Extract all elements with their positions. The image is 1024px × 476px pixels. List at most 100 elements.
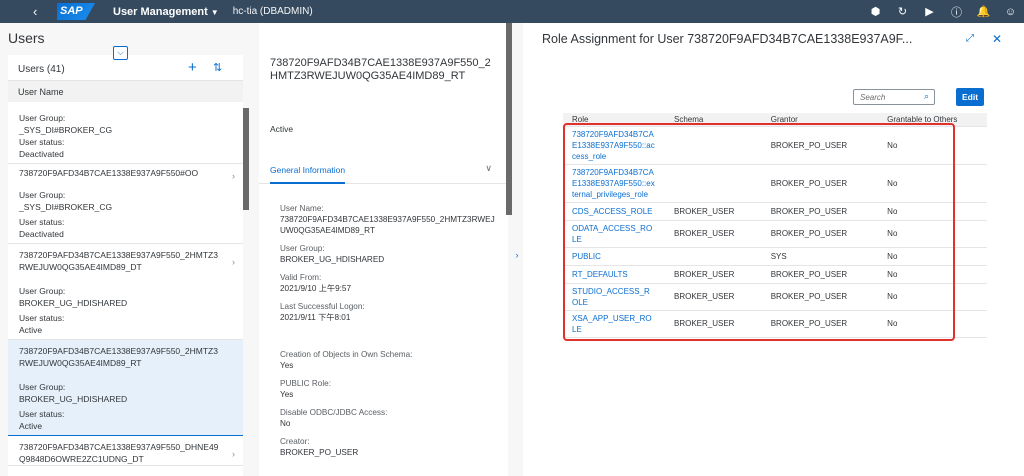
- user-group-label: User Group:: [19, 382, 66, 392]
- user-group-value: _SYS_DI#BROKER_CG: [19, 125, 113, 135]
- expand-panel-icon[interactable]: ›: [512, 241, 522, 269]
- field-disable-odbc: Disable ODBC/JDBC Access: No: [280, 407, 500, 429]
- user-group-value: BROKER_UG_HDISHARED: [19, 394, 128, 404]
- user-group-label: User Group:: [19, 113, 66, 123]
- field-label: PUBLIC Role:: [280, 379, 331, 388]
- user-name: 738720F9AFD34B7CAE1338E937A9F550_DHNE49Q…: [19, 442, 219, 464]
- field-user-group: User Group: BROKER_UG_HDISHARED: [280, 243, 500, 265]
- column-grantable: Grantable to Others: [878, 113, 987, 127]
- role-link[interactable]: CDS_ACCESS_ROLE: [563, 202, 665, 221]
- field-value: 2021/9/11 下午8:01: [280, 313, 351, 322]
- users-count: Users (41): [18, 64, 65, 75]
- user-group-value: _SYS_DI#BROKER_CG: [19, 202, 113, 212]
- field-label: Valid From:: [280, 273, 322, 282]
- grantor-cell: BROKER_PO_USER: [761, 164, 879, 203]
- grantable-cell: No: [878, 202, 987, 221]
- schema-cell: [665, 164, 762, 203]
- role-link[interactable]: XSA_APP_USER_ROLE: [563, 310, 665, 338]
- table-row[interactable]: XSA_APP_USER_ROLE BROKER_USER BROKER_PO_US…: [563, 310, 987, 338]
- fullscreen-icon[interactable]: ⤢: [966, 33, 974, 44]
- settings-cube-icon[interactable]: ⬢: [862, 5, 889, 18]
- user-name: 738720F9AFD34B7CAE1338E937A9F550_2HMTZ3R…: [19, 250, 218, 272]
- user-status-label: User status:: [19, 217, 65, 227]
- table-row[interactable]: STUDIO_ACCESS_ROLE BROKER_USER BROKER_PO_U…: [563, 283, 987, 311]
- role-link[interactable]: 738720F9AFD34B7CAE1338E937A9F550::access…: [563, 126, 665, 165]
- list-item[interactable]: 738720F9AFD34B7CAE1338E937A9F550_2HMTZ3R…: [8, 244, 243, 340]
- tab-general-information[interactable]: General Information: [270, 165, 346, 184]
- table-row[interactable]: PUBLIC SYS No: [563, 247, 987, 266]
- chevron-down-icon[interactable]: ∨: [485, 163, 492, 174]
- user-icon[interactable]: ☺: [997, 6, 1024, 18]
- help-icon[interactable]: ⓘ: [943, 4, 970, 20]
- role-link[interactable]: 738720F9AFD34B7CAE1338E937A9F550::extern…: [563, 164, 665, 203]
- chevron-right-icon: ›: [232, 257, 235, 267]
- schema-cell: BROKER_USER: [665, 310, 762, 338]
- grantor-cell: BROKER_PO_USER: [761, 283, 879, 311]
- table-row[interactable]: RT_DEFAULTS BROKER_USER BROKER_PO_USER No: [563, 265, 987, 284]
- table-row[interactable]: ODATA_ACCESS_ROLE BROKER_USER BROKER_PO_US…: [563, 220, 987, 248]
- field-label: Creator:: [280, 437, 310, 446]
- detail-tabbar: General Information ∨: [259, 155, 508, 184]
- field-user-name: User Name: 738720F9AFD34B7CAE1338E937A9F…: [280, 203, 500, 236]
- search-input[interactable]: Search ⌕: [853, 89, 935, 105]
- column-grantor: Grantor: [761, 113, 879, 127]
- refresh-icon[interactable]: ↻: [889, 5, 916, 18]
- grantor-cell: BROKER_PO_USER: [761, 126, 879, 165]
- user-name: 738720F9AFD34B7CAE1338E937A9F550_2HMTZ3R…: [19, 346, 218, 368]
- table-row[interactable]: CDS_ACCESS_ROLE BROKER_USER BROKER_PO_USER…: [563, 202, 987, 221]
- schema-cell: BROKER_USER: [665, 202, 762, 221]
- detail-scrollbar[interactable]: [506, 23, 512, 215]
- role-link[interactable]: RT_DEFAULTS: [563, 265, 665, 284]
- role-assignment-panel: Role Assignment for User 738720F9AFD34B7…: [523, 23, 1024, 476]
- list-item-selected[interactable]: 738720F9AFD34B7CAE1338E937A9F550_2HMTZ3R…: [8, 340, 243, 436]
- user-list: User Group: _SYS_DI#BROKER_CG User statu…: [8, 102, 243, 476]
- schema-cell: BROKER_USER: [665, 283, 762, 311]
- list-item[interactable]: User Group: _SYS_DI#BROKER_CG User statu…: [8, 102, 243, 164]
- field-label: Disable ODBC/JDBC Access:: [280, 408, 388, 417]
- detail-title: 738720F9AFD34B7CAE1338E937A9F550_2HMTZ3R…: [270, 57, 491, 82]
- role-link[interactable]: ODATA_ACCESS_ROLE: [563, 220, 665, 248]
- add-user-button[interactable]: +: [188, 59, 197, 76]
- search-placeholder: Search: [860, 93, 886, 102]
- user-status-value: Active: [19, 325, 43, 335]
- play-icon[interactable]: ▶: [916, 5, 943, 18]
- grantable-cell: No: [878, 126, 987, 165]
- user-status-label: User status:: [19, 137, 65, 147]
- sap-logo[interactable]: SAP: [57, 3, 95, 20]
- grantable-cell: No: [878, 283, 987, 311]
- grantable-cell: No: [878, 247, 987, 266]
- table-row[interactable]: 738720F9AFD34B7CAE1338E937A9F550::access…: [563, 126, 987, 165]
- master-title: Users: [8, 30, 45, 46]
- grantable-cell: No: [878, 265, 987, 284]
- user-status-value: Deactivated: [19, 229, 64, 239]
- bell-icon[interactable]: 🔔: [970, 5, 997, 18]
- close-icon[interactable]: ✕: [992, 32, 1002, 46]
- column-header-user-name[interactable]: User Name: [8, 80, 243, 102]
- chevron-right-icon: ›: [232, 449, 235, 459]
- field-creator: Creator: BROKER_PO_USER: [280, 436, 500, 458]
- list-item[interactable]: 738720F9AFD34B7CAE1338E937A9F550_DHNE49Q…: [8, 436, 243, 466]
- back-icon[interactable]: ‹: [33, 4, 47, 19]
- table-row[interactable]: 738720F9AFD34B7CAE1338E937A9F550::extern…: [563, 164, 987, 203]
- app-title-menu[interactable]: User Management ▼: [113, 6, 219, 18]
- user-group-value: BROKER_UG_HDISHARED: [19, 298, 128, 308]
- general-information-fields: User Name: 738720F9AFD34B7CAE1338E937A9F…: [280, 203, 500, 465]
- list-scrollbar[interactable]: [243, 108, 249, 210]
- user-group-label: User Group:: [19, 190, 66, 200]
- shell-bar: ‹ SAP User Management ▼ hc-tia (DBADMIN) …: [0, 0, 1024, 23]
- field-last-logon: Last Successful Logon: 2021/9/11 下午8:01: [280, 301, 500, 323]
- field-label: User Group:: [280, 244, 325, 253]
- user-status-label: User status:: [19, 313, 65, 323]
- role-link[interactable]: PUBLIC: [563, 247, 665, 266]
- search-icon[interactable]: ⌕: [924, 91, 929, 102]
- collapse-header-button[interactable]: ⌵: [113, 46, 128, 60]
- role-panel-title: Role Assignment for User 738720F9AFD34B7…: [542, 32, 913, 46]
- user-status-value: Deactivated: [19, 149, 64, 159]
- field-value: 738720F9AFD34B7CAE1338E937A9F550_2HMTZ3R…: [280, 215, 495, 235]
- list-item[interactable]: 738720F9AFD34B7CAE1338E937A9F550#OO › Us…: [8, 164, 243, 244]
- role-link[interactable]: STUDIO_ACCESS_ROLE: [563, 283, 665, 311]
- edit-button[interactable]: Edit: [956, 88, 984, 106]
- grantable-cell: No: [878, 220, 987, 248]
- sort-icon[interactable]: ⇅: [213, 61, 222, 74]
- grantor-cell: BROKER_PO_USER: [761, 265, 879, 284]
